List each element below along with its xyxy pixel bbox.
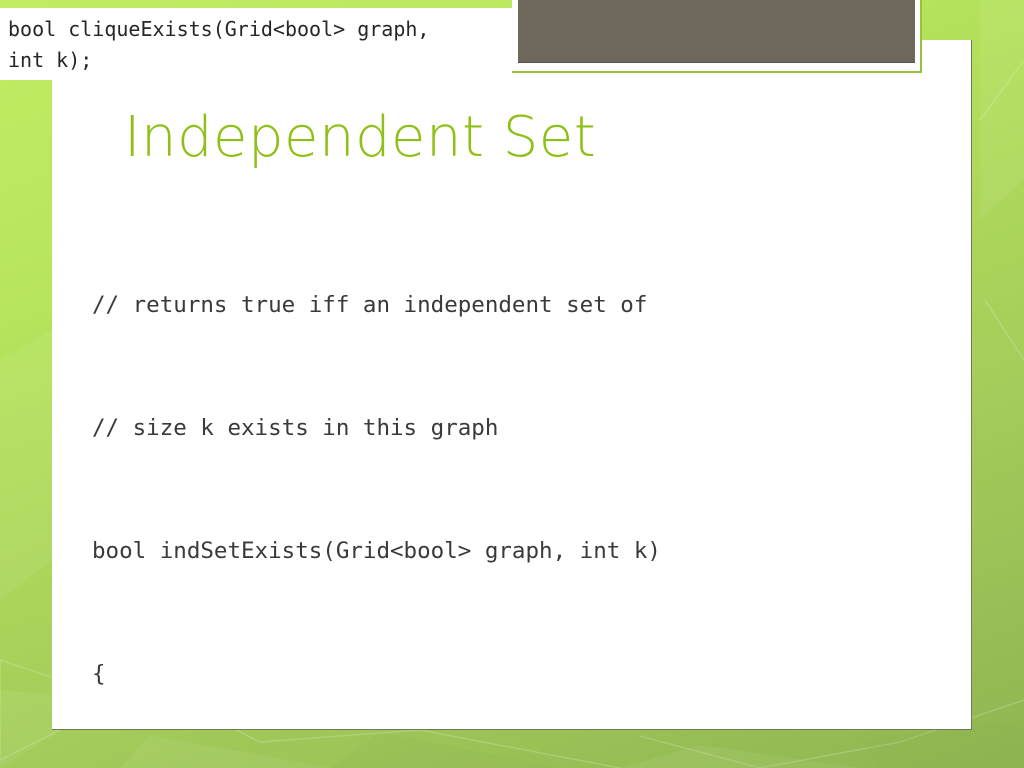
code-line: // returns true iff an independent set o…	[92, 292, 648, 318]
code-line: bool indSetExists(Grid<bool> graph, int …	[92, 538, 661, 564]
top-code-line: int k);	[8, 48, 93, 72]
top-code-snippet: bool cliqueExists(Grid<bool> graph, int k…	[8, 14, 508, 76]
image-placeholder	[518, 0, 915, 63]
top-code-line: bool cliqueExists(Grid<bool> graph,	[8, 17, 430, 41]
image-placeholder-frame	[512, 0, 922, 73]
slide-canvas: bool cliqueExists(Grid<bool> graph, int k…	[0, 0, 1024, 768]
code-line: // size k exists in this graph	[92, 415, 499, 441]
page-title: Independent Set	[124, 105, 597, 170]
code-line: {	[92, 661, 106, 687]
code-body: // returns true iff an independent set o…	[92, 203, 912, 768]
